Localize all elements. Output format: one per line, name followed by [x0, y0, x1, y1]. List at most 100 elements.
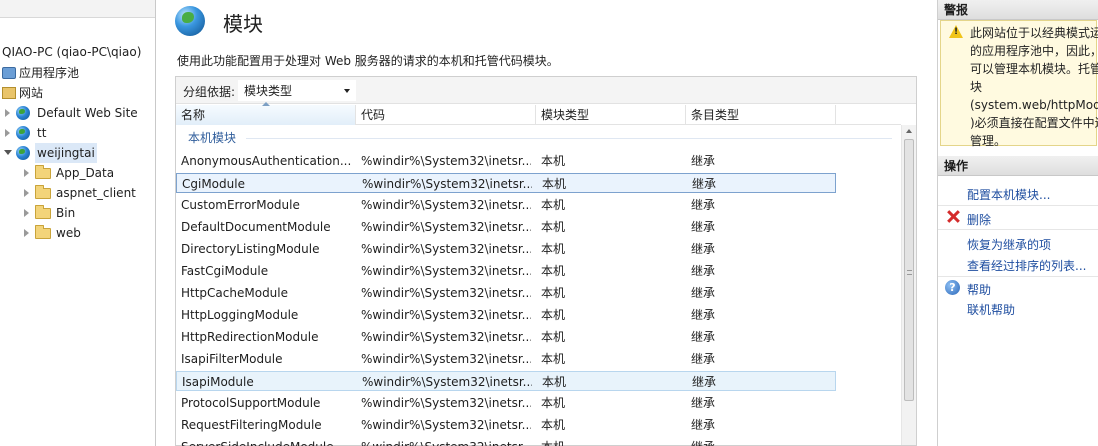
table-row[interactable]: HttpCacheModule %windir%\System32\inetsr.… [176, 283, 836, 303]
cell-name: CgiModule [182, 177, 245, 191]
modules-globe-icon [175, 6, 205, 36]
cell-module-type: 本机 [541, 330, 566, 344]
apppool-icon [2, 67, 16, 79]
cell-code: %windir%\System32\inetsr... [361, 264, 531, 278]
alert-line: )必须直接在配置文件中进 [970, 116, 1098, 130]
cell-entry-type: 继承 [691, 286, 716, 300]
cell-name: HttpCacheModule [181, 286, 289, 300]
table-row[interactable]: FastCgiModule %windir%\System32\inetsr...… [176, 261, 836, 281]
folder-icon [35, 185, 51, 199]
table-row[interactable]: IsapiModule %windir%\System32\inetsr... 本机… [176, 371, 836, 391]
expand-icon[interactable] [24, 189, 29, 197]
vertical-scrollbar[interactable] [901, 125, 916, 445]
column-header-name[interactable]: 名称 [176, 102, 356, 125]
tree-node-folder-label: Bin [56, 206, 76, 220]
tree-node-folder[interactable]: web [0, 223, 155, 243]
online-help-link[interactable]: 联机帮助 [967, 301, 1015, 318]
tree-node-server[interactable]: QIAO-PC (qiao-PC\qiao) [0, 42, 155, 62]
table-row[interactable]: IsapiFilterModule %windir%\System32\inets… [176, 349, 836, 369]
table-row[interactable]: CustomErrorModule %windir%\System32\inets… [176, 195, 836, 215]
table-row[interactable]: AnonymousAuthentication... %windir%\Syste… [176, 151, 836, 171]
cell-name: FastCgiModule [181, 264, 269, 278]
alert-line: (system.web/httpModu [970, 98, 1098, 112]
cell-module-type: 本机 [541, 308, 566, 322]
expand-icon[interactable] [24, 229, 29, 237]
cell-entry-type: 继承 [691, 198, 716, 212]
warning-icon [949, 25, 963, 38]
view-ordered-list-link[interactable]: 查看经过排序的列表... [967, 257, 1086, 274]
group-by-select[interactable]: 模块类型 [238, 80, 356, 101]
tree-node-folder[interactable]: aspnet_client [0, 183, 155, 203]
column-header-entry-type[interactable]: 条目类型 [686, 105, 836, 125]
cell-entry-type: 继承 [691, 437, 831, 446]
cell-module-type: 本机 [541, 242, 566, 256]
scroll-up-icon[interactable] [906, 129, 912, 133]
help-link[interactable]: 帮助 [967, 281, 991, 298]
group-header: 本机模块 [188, 131, 237, 145]
cell-name: ServerSideIncludeModule [181, 437, 351, 446]
table-row[interactable]: HttpLoggingModule %windir%\System32\inets… [176, 305, 836, 325]
cell-module-type: 本机 [541, 396, 566, 410]
collapse-icon[interactable] [4, 150, 12, 155]
table-row[interactable]: RequestFilteringModule %windir%\System32\… [176, 415, 836, 435]
table-row[interactable]: ProtocolSupportModule %windir%\System32\i… [176, 393, 836, 413]
cell-entry-type: 继承 [692, 177, 717, 191]
dropdown-arrow-icon [344, 89, 350, 93]
cell-code: %windir%\System32\inetsr... [361, 396, 531, 410]
cell-name: IsapiModule [182, 375, 254, 389]
cell-module-type: 本机 [541, 286, 566, 300]
column-header-module-type-label: 模块类型 [541, 108, 590, 122]
column-header-code[interactable]: 代码 [356, 105, 536, 125]
tree-node-folder[interactable]: App_Data [0, 163, 155, 183]
column-header-module-type[interactable]: 模块类型 [536, 105, 686, 125]
alert-line: 管理。 [970, 134, 1007, 148]
help-icon[interactable]: ? [945, 280, 960, 295]
cell-entry-type: 继承 [691, 418, 716, 432]
table-row[interactable]: ServerSideIncludeModule %windir%\System32… [176, 437, 836, 446]
cell-entry-type: 继承 [691, 308, 716, 322]
modules-feature-page: 模块 使用此功能配置用于处理对 Web 服务器的请求的本机和托管代码模块。 分组… [157, 0, 937, 446]
configure-native-modules-link[interactable]: 配置本机模块... [967, 186, 1050, 203]
cell-entry-type: 继承 [691, 264, 716, 278]
cell-name: HttpRedirectionModule [181, 330, 319, 344]
cell-name: CustomErrorModule [181, 198, 300, 212]
cell-module-type: 本机 [541, 154, 566, 168]
table-row[interactable]: DefaultDocumentModule %windir%\System32\i… [176, 217, 836, 237]
table-row[interactable]: DirectoryListingModule %windir%\System32\… [176, 239, 836, 259]
connections-tree: QIAO-PC (qiao-PC\qiao) 应用程序池 网站 Default … [0, 0, 156, 446]
delete-link[interactable]: 删除 [967, 211, 991, 228]
tree-node-site[interactable]: Default Web Site [0, 103, 155, 123]
scrollbar-thumb[interactable] [904, 139, 914, 401]
cell-name: ProtocolSupportModule [181, 396, 321, 410]
tree-node-site-selected[interactable]: weijingtai [0, 143, 155, 163]
table-row[interactable]: CgiModule %windir%\System32\inetsr... 本机 继承 [176, 173, 836, 193]
column-header-name-label: 名称 [181, 108, 206, 122]
tree-node-apppools[interactable]: 应用程序池 [0, 63, 155, 83]
globe-icon [16, 106, 30, 120]
tree-node-site[interactable]: tt [0, 123, 155, 143]
expand-icon[interactable] [24, 209, 29, 217]
folder-icon [35, 225, 51, 239]
group-header-divider [246, 138, 892, 139]
cell-code: %windir%\System32\inetsr... [361, 437, 531, 446]
cell-name: IsapiFilterModule [181, 352, 283, 366]
expand-icon[interactable] [5, 109, 10, 117]
sites-folder-icon [2, 87, 16, 99]
expand-icon[interactable] [24, 169, 29, 177]
tree-node-site-label: tt [37, 126, 47, 140]
actions-divider [938, 276, 1098, 277]
cell-entry-type: 继承 [691, 242, 716, 256]
tree-node-folder[interactable]: Bin [0, 203, 155, 223]
tree-node-folder-label: web [56, 226, 81, 240]
alert-line: 块 [970, 80, 983, 94]
delete-icon[interactable] [946, 209, 960, 223]
table-row[interactable]: HttpRedirectionModule %windir%\System32\i… [176, 327, 836, 347]
cell-name: AnonymousAuthentication... [181, 154, 351, 168]
revert-to-inherited-link[interactable]: 恢复为继承的项 [967, 236, 1051, 253]
modules-list: 分组依据: 模块类型 名称 代码 模块类型 条目类型 本机模块 Anonymou… [175, 76, 917, 446]
tree-node-sites[interactable]: 网站 [0, 83, 155, 103]
cell-entry-type: 继承 [692, 375, 717, 389]
column-header-code-label: 代码 [361, 108, 386, 122]
expand-icon[interactable] [5, 129, 10, 137]
cell-name: DefaultDocumentModule [181, 220, 331, 234]
